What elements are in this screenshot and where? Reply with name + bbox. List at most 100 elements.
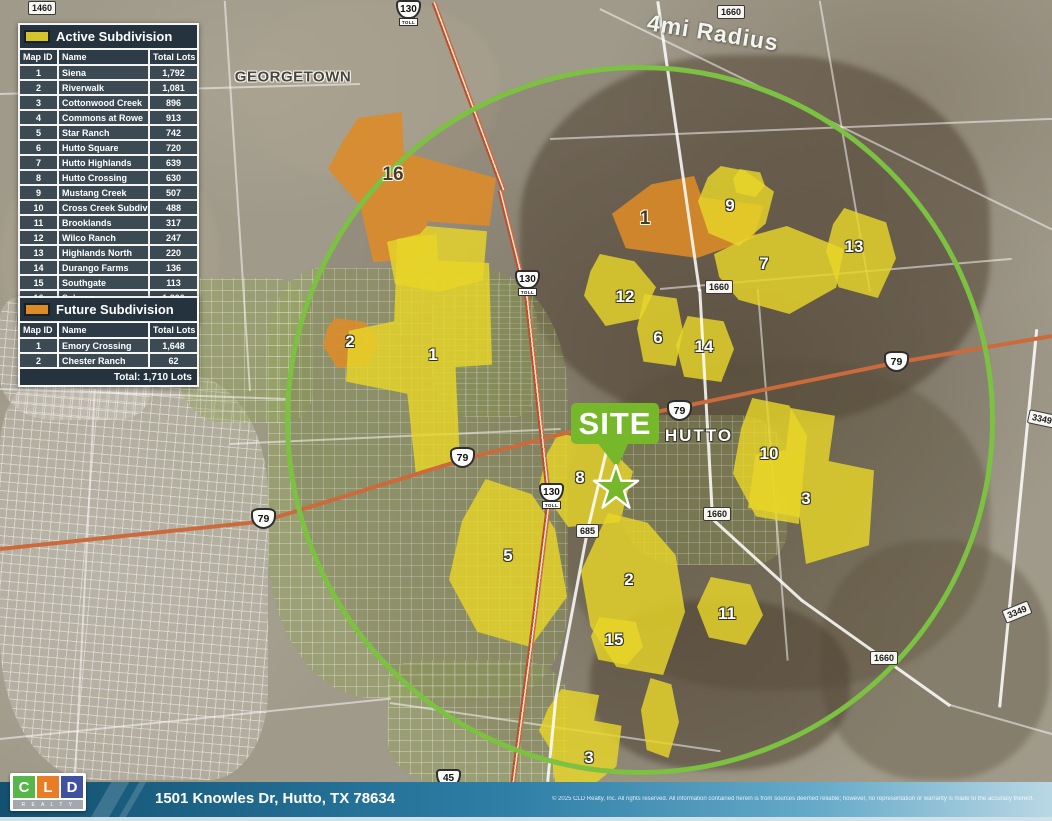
cell-lots: 896 xyxy=(150,96,197,109)
cell-name: Hutto Square xyxy=(59,141,148,154)
cell-name: Riverwalk xyxy=(59,81,148,94)
route-shield-130-toll: 130 TOLL xyxy=(539,483,564,509)
site-callout: SITE xyxy=(571,403,659,444)
table-row: 12 Wilco Ranch 247 xyxy=(20,231,197,244)
cell-lots: 1,081 xyxy=(150,81,197,94)
map-id-label: 5 xyxy=(503,546,512,566)
cell-name: Commons at Rowe xyxy=(59,111,148,124)
map-id-label: 7 xyxy=(759,254,768,274)
col-map-id: Map ID xyxy=(20,323,57,337)
map-id-label: 10 xyxy=(760,444,779,464)
col-total-lots: Total Lots xyxy=(150,50,197,64)
site-star-icon xyxy=(592,464,640,510)
map-id-label: 1 xyxy=(428,345,437,365)
col-name: Name xyxy=(59,50,148,64)
logo-letters: C L D xyxy=(13,776,83,798)
col-total-lots: Total Lots xyxy=(150,323,197,337)
table-row: 2 Chester Ranch 62 xyxy=(20,354,197,367)
legend-title: Future Subdivision xyxy=(56,302,174,317)
table-row: 13 Highlands North 220 xyxy=(20,246,197,259)
logo-realty-label: R E A L T Y xyxy=(13,800,83,809)
cell-name: Chester Ranch xyxy=(59,354,148,367)
cell-lots: 113 xyxy=(150,276,197,289)
footer-copyright: © 2025 CLD Realty, Inc. All rights reser… xyxy=(552,796,1046,802)
table-row: 4 Commons at Rowe 913 xyxy=(20,111,197,124)
cell-lots: 136 xyxy=(150,261,197,274)
city-label-hutto: HUTTO xyxy=(665,426,733,446)
future-swatch-icon xyxy=(24,303,50,316)
table-row: 1 Emory Crossing 1,648 xyxy=(20,339,197,352)
table-row: 8 Hutto Crossing 630 xyxy=(20,171,197,184)
cell-lots: 507 xyxy=(150,186,197,199)
legend-header-row: Map ID Name Total Lots xyxy=(20,50,197,64)
cell-name: Durango Farms xyxy=(59,261,148,274)
cell-lots: 639 xyxy=(150,156,197,169)
cell-lots: 317 xyxy=(150,216,197,229)
legend-title-bar: Active Subdivision xyxy=(20,25,197,48)
map-id-label: 13 xyxy=(845,237,864,257)
cell-name: Highlands North xyxy=(59,246,148,259)
cell-map-id: 7 xyxy=(20,156,57,169)
col-map-id: Map ID xyxy=(20,50,57,64)
table-row: 10 Cross Creek Subdivi 488 xyxy=(20,201,197,214)
cell-lots: 220 xyxy=(150,246,197,259)
route-shield-685: 685 xyxy=(576,524,599,538)
legend-future-subdivision: Future Subdivision Map ID Name Total Lot… xyxy=(18,296,199,387)
cell-map-id: 4 xyxy=(20,111,57,124)
map-id-label: 2 xyxy=(624,570,633,590)
logo-letter-l: L xyxy=(37,776,59,798)
cell-name: Hutto Highlands xyxy=(59,156,148,169)
cell-map-id: 5 xyxy=(20,126,57,139)
cell-map-id: 12 xyxy=(20,231,57,244)
cell-map-id: 2 xyxy=(20,81,57,94)
legend-active-subdivision: Active Subdivision Map ID Name Total Lot… xyxy=(18,23,199,324)
map-id-label: 6 xyxy=(653,328,662,348)
cell-map-id: 1 xyxy=(20,339,57,352)
cell-map-id: 2 xyxy=(20,354,57,367)
cell-lots: 247 xyxy=(150,231,197,244)
residential-area xyxy=(0,375,268,780)
route-shield-130-toll: 130 TOLL xyxy=(396,0,421,26)
map-id-label: 15 xyxy=(605,630,624,650)
cell-lots: 742 xyxy=(150,126,197,139)
cell-name: Emory Crossing xyxy=(59,339,148,352)
table-row: 6 Hutto Square 720 xyxy=(20,141,197,154)
cell-lots: 488 xyxy=(150,201,197,214)
cell-map-id: 9 xyxy=(20,186,57,199)
map-id-label: 12 xyxy=(616,287,635,307)
cell-name: Southgate xyxy=(59,276,148,289)
col-name: Name xyxy=(59,323,148,337)
map-id-label: 3 xyxy=(584,748,593,768)
route-shield-1660: 1660 xyxy=(705,280,733,294)
footer-address: 1501 Knowles Dr, Hutto, TX 78634 xyxy=(155,790,395,807)
cell-map-id: 10 xyxy=(20,201,57,214)
table-row: 9 Mustang Creek 507 xyxy=(20,186,197,199)
table-row: 5 Star Ranch 742 xyxy=(20,126,197,139)
legend-rows: 1 Siena 1,792 2 Riverwalk 1,081 3 Cotton… xyxy=(20,66,197,304)
cell-lots: 913 xyxy=(150,111,197,124)
cell-lots: 1,648 xyxy=(150,339,197,352)
route-shield-1660: 1660 xyxy=(870,651,898,665)
route-shield-3349: 3349 xyxy=(1027,409,1052,429)
legend-total: Total: 1,710 Lots xyxy=(20,369,197,385)
footer-bottom-strip xyxy=(0,817,1052,821)
cell-map-id: 14 xyxy=(20,261,57,274)
cell-name: Mustang Creek xyxy=(59,186,148,199)
cell-name: Cross Creek Subdivi xyxy=(59,201,148,214)
cell-map-id: 3 xyxy=(20,96,57,109)
cell-lots: 62 xyxy=(150,354,197,367)
cell-map-id: 13 xyxy=(20,246,57,259)
city-label-georgetown: GEORGETOWN xyxy=(235,69,351,86)
legend-title: Active Subdivision xyxy=(56,29,172,44)
map-id-label: 9 xyxy=(725,196,734,216)
map-id-label: 1 xyxy=(640,208,651,230)
cell-name: Wilco Ranch xyxy=(59,231,148,244)
cell-name: Hutto Crossing xyxy=(59,171,148,184)
cld-realty-logo: C L D R E A L T Y xyxy=(10,773,86,811)
table-row: 7 Hutto Highlands 639 xyxy=(20,156,197,169)
table-row: 11 Brooklands 317 xyxy=(20,216,197,229)
cell-name: Siena xyxy=(59,66,148,79)
legend-rows: 1 Emory Crossing 1,648 2 Chester Ranch 6… xyxy=(20,339,197,367)
cell-lots: 720 xyxy=(150,141,197,154)
aerial-map: 16 1 9 13 7 12 6 14 2 1 10 3 8 5 2 11 15… xyxy=(0,0,1052,821)
